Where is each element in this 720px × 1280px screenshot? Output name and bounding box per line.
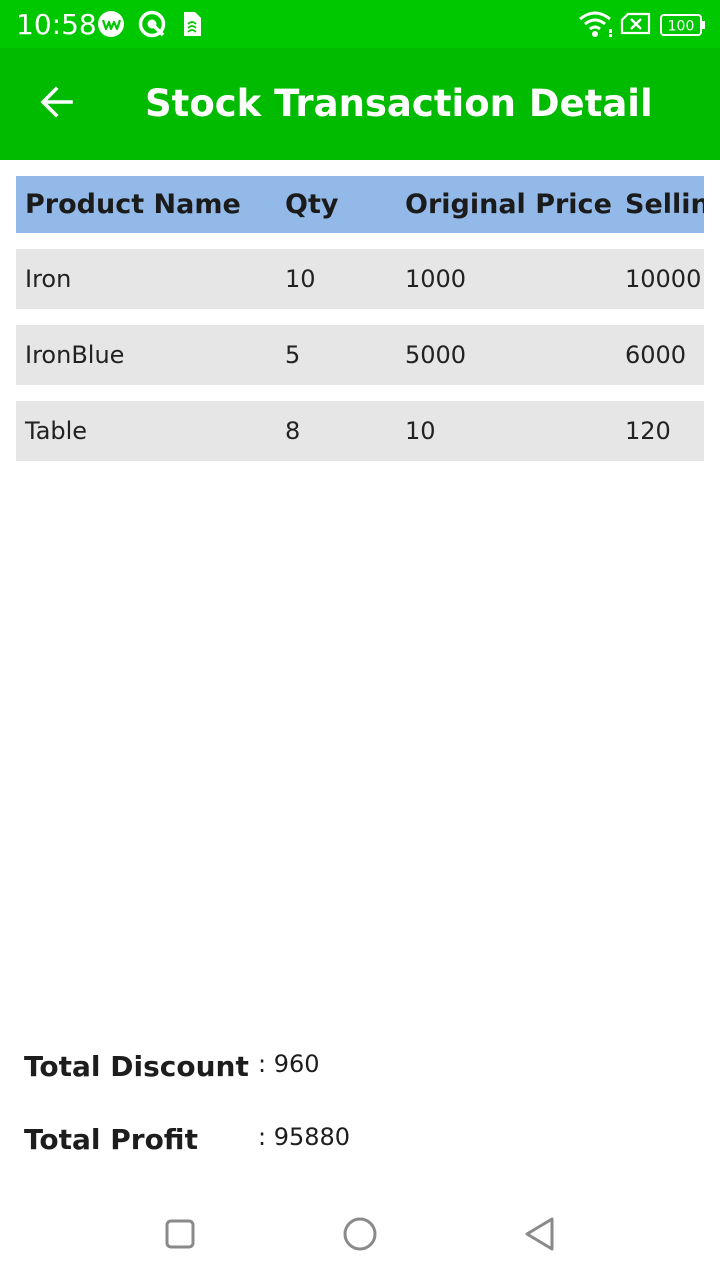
cell-product-name: Iron: [25, 265, 72, 293]
no-sim-icon: [620, 12, 652, 41]
status-time: 10:58: [16, 8, 97, 41]
wechat-work-icon: [97, 10, 125, 38]
table-row[interactable]: IronBlue 5 5000 6000: [16, 325, 704, 385]
transaction-table[interactable]: Product Name Qty Original Price Selling …: [16, 176, 704, 466]
back-nav-button[interactable]: [516, 1212, 564, 1260]
page-title: Stock Transaction Detail: [145, 82, 653, 125]
app-bar: Stock Transaction Detail: [0, 48, 720, 160]
table-header-row: Product Name Qty Original Price Selling: [16, 176, 704, 233]
home-circle-icon: [342, 1216, 378, 1257]
cell-qty: 5: [285, 341, 301, 369]
home-button[interactable]: [336, 1212, 384, 1260]
wifi-icon: [578, 10, 614, 43]
table-row[interactable]: Iron 10 1000 10000: [16, 249, 704, 309]
cell-qty: 10: [285, 265, 316, 293]
column-header-product-name: Product Name: [25, 189, 241, 220]
back-triangle-icon: [523, 1216, 557, 1257]
column-header-qty: Qty: [285, 189, 339, 220]
column-header-original-price: Original Price: [405, 189, 612, 220]
back-button[interactable]: [28, 76, 84, 132]
cell-product-name: IronBlue: [25, 341, 125, 369]
cell-original-price: 5000: [405, 341, 467, 369]
cell-product-name: Table: [25, 417, 88, 445]
recents-square-icon: [164, 1218, 196, 1255]
total-discount-label: Total Discount: [24, 1050, 249, 1083]
cell-original-price: 10: [405, 417, 436, 445]
battery-icon: 100: [660, 13, 706, 42]
arrow-left-icon: [36, 82, 76, 127]
cell-selling: 10000: [625, 265, 702, 293]
cell-selling: 6000: [625, 341, 687, 369]
column-header-selling: Selling: [625, 189, 704, 220]
total-discount-value: : 960: [258, 1050, 320, 1078]
battery-level: 100: [668, 19, 695, 35]
circle-app-icon: [138, 10, 166, 38]
cell-qty: 8: [285, 417, 301, 445]
table-row[interactable]: Table 8 10 120: [16, 401, 704, 461]
system-nav-bar: [0, 1192, 720, 1280]
sim-card-icon: [180, 10, 208, 38]
recents-button[interactable]: [156, 1212, 204, 1260]
status-bar: 10:58 100: [0, 0, 720, 48]
total-profit-label: Total Profit: [24, 1123, 198, 1156]
cell-original-price: 1000: [405, 265, 467, 293]
total-profit-value: : 95880: [258, 1123, 351, 1151]
cell-selling: 120: [625, 417, 671, 445]
